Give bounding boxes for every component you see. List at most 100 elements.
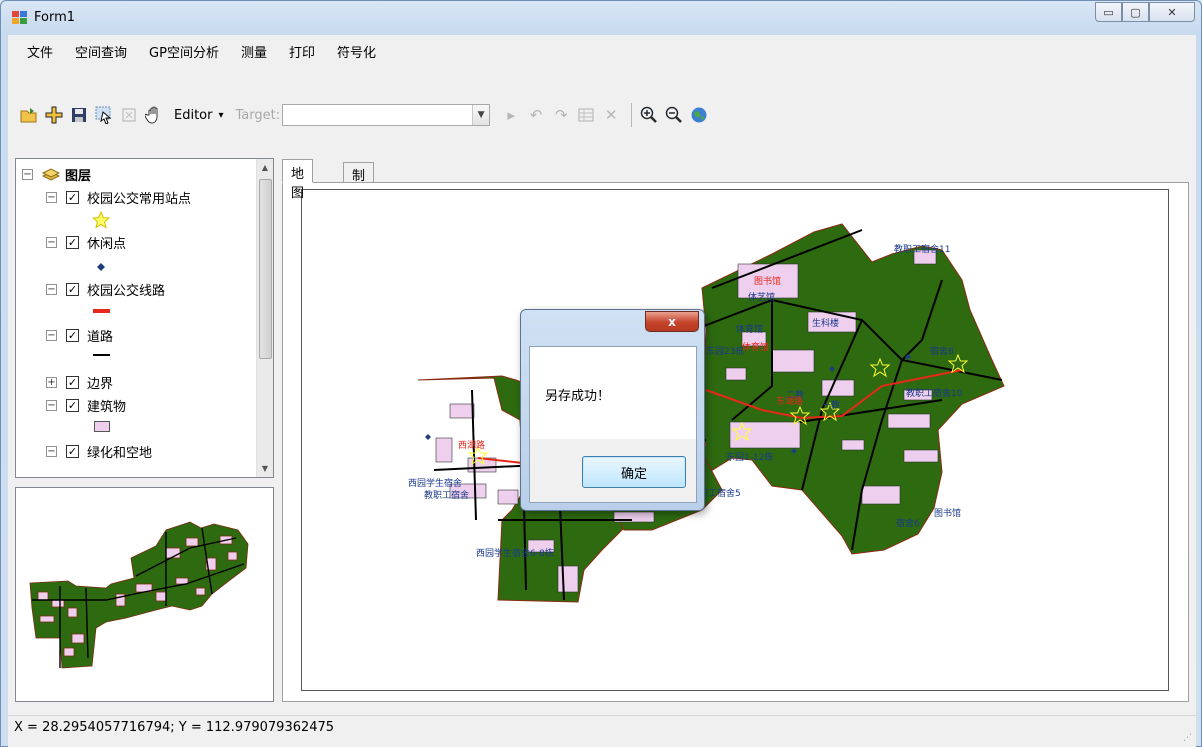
collapse-icon[interactable]: − (46, 191, 57, 203)
menu-symbolize[interactable]: 符号化 (326, 42, 387, 61)
menu-gp-analysis[interactable]: GP空间分析 (138, 42, 230, 61)
map-label: 东园23栋 (706, 347, 745, 357)
scroll-down-icon[interactable]: ▼ (257, 460, 273, 477)
attributes-icon[interactable] (575, 104, 597, 126)
menu-bar: 文件 空间查询 GP空间分析 测量 打印 符号化 (8, 35, 1196, 67)
identify-icon[interactable] (118, 104, 140, 126)
tab-layout[interactable]: 制版 (343, 162, 375, 203)
map-label: 生科楼 (812, 319, 840, 329)
layers-icon (42, 168, 60, 181)
toc-layer-bus-routes[interactable]: − ✓ 校园公交线路 (46, 279, 165, 299)
delete-icon[interactable]: ✕ (600, 104, 622, 126)
toc-layer-roads[interactable]: − ✓ 道路 (46, 325, 113, 345)
dialog-message: 另存成功！ (545, 389, 611, 404)
map-label: 西湖路 (458, 441, 486, 451)
minimize-button[interactable]: ▭ (1095, 2, 1122, 22)
layer-name: 建筑物 (87, 399, 127, 415)
save-icon[interactable] (68, 104, 90, 126)
map-label: 西园学生宿舍6-8栋 (476, 549, 554, 559)
menu-print[interactable]: 打印 (278, 42, 326, 61)
map-label: 东园1-12栋 (726, 453, 774, 463)
app-icon (12, 11, 28, 25)
toc-root-label: 图层 (65, 168, 92, 184)
toc-layer-buildings[interactable]: − ✓ 建筑物 (46, 395, 126, 415)
menu-file[interactable]: 文件 (16, 42, 64, 61)
map-label: 教职工宿舍11 (894, 245, 951, 255)
collapse-icon[interactable]: − (46, 236, 57, 248)
maximize-button[interactable]: ▢ (1122, 2, 1149, 22)
map-label: 教职工宿舍10 (906, 389, 963, 399)
title-bar[interactable]: Form1 ▭ ▢ ✕ (1, 1, 1201, 35)
ok-button[interactable]: 确定 (582, 456, 686, 488)
layer-checkbox[interactable]: ✓ (66, 398, 79, 412)
add-data-icon[interactable] (43, 104, 65, 126)
undo-icon[interactable]: ↶ (525, 104, 547, 126)
layer-checkbox[interactable]: ✓ (66, 235, 79, 249)
map-label: 一教 (822, 401, 841, 411)
collapse-icon[interactable]: − (46, 329, 57, 341)
collapse-icon[interactable]: − (22, 168, 33, 180)
dialog-body: 另存成功！ 确定 (529, 346, 697, 503)
layer-checkbox[interactable]: ✓ (66, 190, 79, 204)
toc-scrollbar[interactable]: ▲ ▼ (256, 159, 273, 477)
map-control[interactable]: 教职工宿舍11 体艺馆 生科楼 二教 一教 教职工宿舍10 宿舍6 西园学生宿舍… (301, 189, 1169, 691)
editor-dropdown-arrow-icon[interactable]: ▾ (218, 110, 223, 121)
scroll-thumb[interactable] (259, 179, 272, 359)
zoom-in-icon[interactable] (638, 104, 660, 126)
menu-spatial-query[interactable]: 空间查询 (64, 42, 138, 61)
scroll-up-icon[interactable]: ▲ (257, 159, 273, 176)
dialog-close-button[interactable]: x (645, 311, 699, 332)
menu-measure[interactable]: 测量 (230, 42, 278, 61)
collapse-icon[interactable]: − (46, 399, 57, 411)
select-icon[interactable] (93, 104, 115, 126)
edit-tool-icon[interactable]: ▸ (500, 104, 522, 126)
layer-checkbox[interactable]: ✓ (66, 328, 79, 342)
collapse-icon[interactable]: − (46, 445, 57, 457)
map-label: 图书馆 (934, 509, 962, 519)
red-line-symbol-icon (93, 309, 110, 313)
map-label: 图书馆 (754, 277, 782, 287)
map-label: 体育馆 (742, 343, 770, 353)
layer-toc[interactable]: − 图层 − ✓ 校园公交常用站点 − ✓ 休闲点 − ✓ 校园公交线路 − ✓… (15, 158, 274, 478)
expand-icon[interactable]: + (46, 376, 57, 388)
editor-menu[interactable]: Editor (174, 108, 212, 123)
close-button[interactable]: ✕ (1149, 2, 1195, 22)
status-bar: X = 28.2954057716794; Y = 112.9790793624… (8, 715, 1196, 747)
layer-name: 休闲点 (87, 236, 127, 252)
zoom-out-icon[interactable] (663, 104, 685, 126)
pan-icon[interactable] (143, 104, 165, 126)
layer-checkbox[interactable]: ✓ (66, 375, 79, 389)
window-controls: ▭ ▢ ✕ (1095, 2, 1195, 22)
layer-name: 边界 (87, 376, 114, 392)
target-combobox[interactable]: ▼ (282, 104, 491, 126)
black-line-symbol-icon (93, 354, 110, 356)
pink-box-symbol-icon (94, 421, 110, 432)
toolbar: Editor ▾ Target: ▼ ▸ ↶ ↷ ✕ (8, 97, 1196, 133)
layer-name: 道路 (87, 329, 114, 345)
toc-layer-green[interactable]: − ✓ 绿化和空地 (46, 441, 152, 461)
overview-map[interactable] (15, 487, 274, 702)
tab-map[interactable]: 地图 (282, 159, 314, 201)
coordinate-readout: X = 28.2954057716794; Y = 112.9790793624… (14, 720, 335, 735)
collapse-icon[interactable]: − (46, 283, 57, 295)
resize-grip-icon[interactable]: ⋰ (1183, 733, 1192, 743)
layer-checkbox[interactable]: ✓ (66, 444, 79, 458)
map-label: 体育馆 (736, 325, 764, 335)
map-label: 体艺馆 (748, 293, 776, 303)
star-symbol-icon (92, 211, 110, 229)
full-extent-icon[interactable] (688, 104, 710, 126)
toc-root[interactable]: − 图层 (22, 164, 91, 184)
toc-layer-boundary[interactable]: + ✓ 边界 (46, 372, 113, 392)
layer-checkbox[interactable]: ✓ (66, 282, 79, 296)
toc-layer-bus-stops[interactable]: − ✓ 校园公交常用站点 (46, 187, 191, 207)
dialog-footer: 确定 (530, 439, 696, 502)
main-window: Form1 ▭ ▢ ✕ 文件 空间查询 GP空间分析 测量 打印 符号化 Edi… (0, 0, 1202, 747)
toc-layer-leisure[interactable]: − ✓ 休闲点 (46, 232, 126, 252)
redo-icon[interactable]: ↷ (550, 104, 572, 126)
chevron-down-icon[interactable]: ▼ (472, 105, 490, 125)
open-icon[interactable] (18, 104, 40, 126)
map-tab-page: 教职工宿舍11 体艺馆 生科楼 二教 一教 教职工宿舍10 宿舍6 西园学生宿舍… (282, 182, 1189, 702)
layer-name: 绿化和空地 (87, 445, 153, 461)
layer-name: 校园公交线路 (87, 283, 166, 299)
layer-name: 校园公交常用站点 (87, 191, 192, 207)
